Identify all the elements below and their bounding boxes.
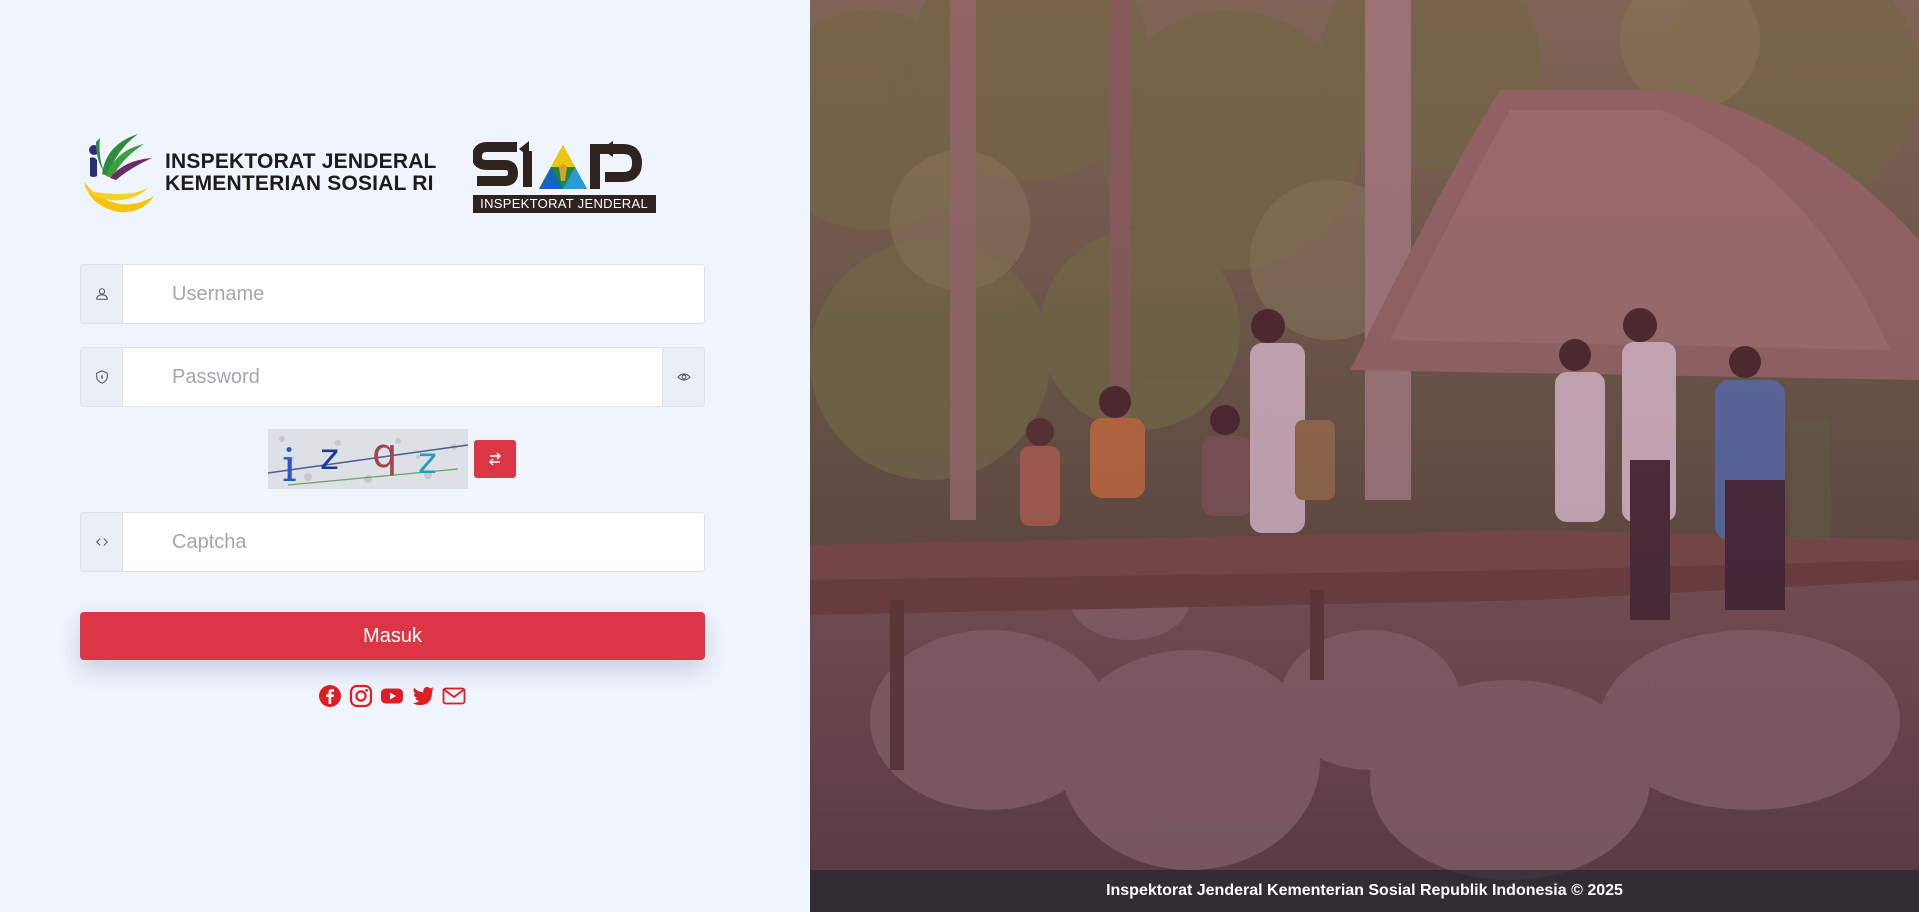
captcha-image: i z q z bbox=[268, 429, 468, 489]
captcha-group bbox=[80, 512, 705, 572]
hero-photo-panel: Inspektorat Jenderal Kementerian Sosial … bbox=[810, 0, 1919, 912]
captcha-row: i z q z bbox=[268, 429, 516, 489]
svg-text:i: i bbox=[282, 438, 297, 489]
username-input[interactable] bbox=[123, 265, 704, 323]
captcha-input[interactable] bbox=[123, 513, 704, 571]
siap-logo-graphic bbox=[472, 141, 642, 189]
login-button[interactable]: Masuk bbox=[80, 612, 705, 660]
code-icon bbox=[81, 513, 123, 571]
kemsos-logo: INSPEKTORAT JENDERAL KEMENTERIAN SOSIAL … bbox=[80, 130, 437, 216]
swap-arrows-icon bbox=[489, 452, 501, 466]
svg-text:z: z bbox=[418, 441, 437, 482]
svg-text:z: z bbox=[320, 437, 339, 478]
login-panel: INSPEKTORAT JENDERAL KEMENTERIAN SOSIAL … bbox=[0, 0, 810, 912]
username-group bbox=[80, 264, 705, 324]
photo-tint-overlay bbox=[810, 0, 1919, 912]
kemsos-emblem-icon bbox=[84, 134, 154, 213]
footer-bar: Inspektorat Jenderal Kementerian Sosial … bbox=[810, 870, 1919, 912]
envelope-icon[interactable] bbox=[442, 684, 466, 708]
shield-icon bbox=[81, 348, 123, 406]
social-links bbox=[318, 684, 466, 708]
logo-row: INSPEKTORAT JENDERAL KEMENTERIAN SOSIAL … bbox=[80, 130, 656, 216]
siap-logo-subtitle: INSPEKTORAT JENDERAL bbox=[472, 195, 656, 213]
youtube-icon[interactable] bbox=[380, 684, 404, 708]
user-icon bbox=[81, 265, 123, 323]
password-group bbox=[80, 347, 705, 407]
twitter-icon[interactable] bbox=[411, 684, 435, 708]
password-input[interactable] bbox=[123, 348, 662, 406]
facebook-icon[interactable] bbox=[318, 684, 342, 708]
footer-copyright: Inspektorat Jenderal Kementerian Sosial … bbox=[1106, 882, 1623, 899]
svg-text:q: q bbox=[372, 431, 397, 477]
siap-logo: INSPEKTORAT JENDERAL bbox=[472, 133, 656, 213]
eye-icon[interactable] bbox=[662, 348, 704, 406]
instagram-icon[interactable] bbox=[349, 684, 373, 708]
org-name-line2: KEMENTERIAN SOSIAL RI bbox=[165, 172, 434, 195]
captcha-refresh-button[interactable] bbox=[474, 440, 516, 478]
org-name-line1: INSPEKTORAT JENDERAL bbox=[165, 150, 437, 173]
